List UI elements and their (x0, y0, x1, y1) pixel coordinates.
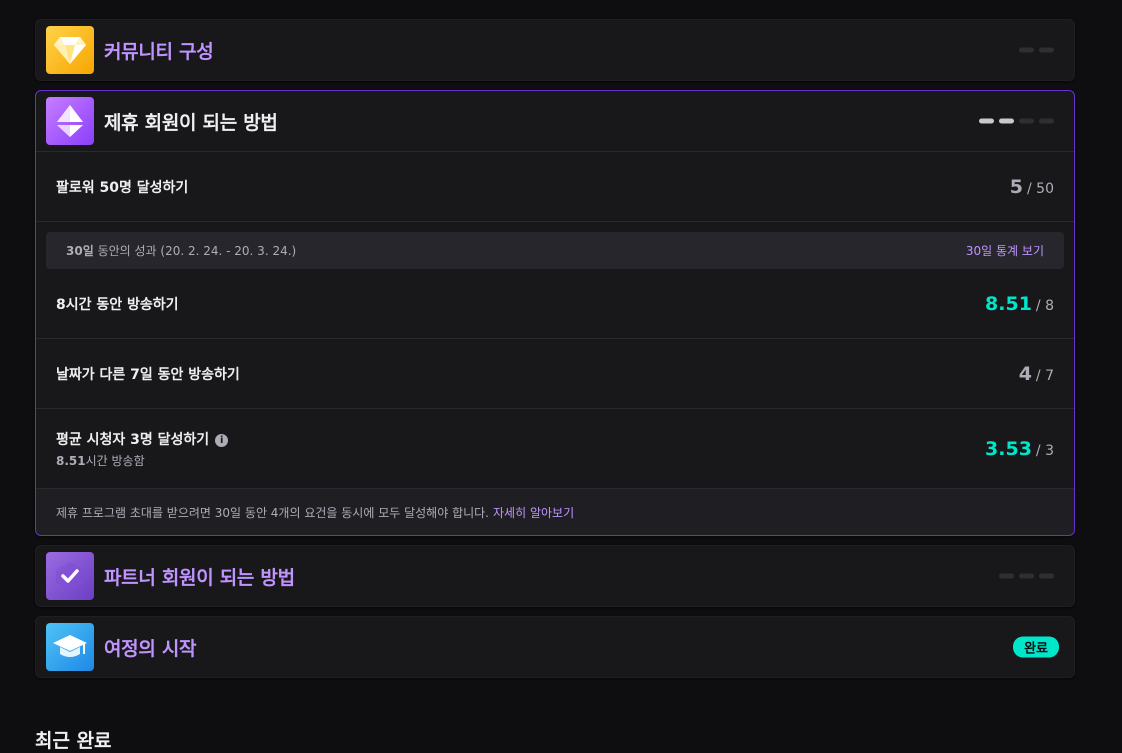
requirement-label-line: 평균 시청자 3명 달성하기 i (56, 429, 229, 449)
requirement-row-viewers: 평균 시청자 3명 달성하기 i 8.51시간 방송함 3.53/ 3 (36, 408, 1074, 488)
learn-more-link[interactable]: 자세히 알아보기 (493, 504, 574, 521)
card-footer-note: 제휴 프로그램 초대를 받으려면 30일 동안 4개의 요건을 동시에 모두 달… (36, 488, 1074, 535)
progress-dots (1019, 47, 1054, 53)
requirement-label: 8시간 동안 방송하기 (56, 296, 179, 313)
subtext-hours: 8.51 (56, 453, 86, 468)
check-shield-icon (46, 552, 94, 600)
info-icon[interactable]: i (215, 433, 229, 447)
card-header[interactable]: 여정의 시작 완료 (36, 617, 1074, 677)
achievement-card-community[interactable]: 커뮤니티 구성 (35, 19, 1075, 81)
progress-dot (1019, 47, 1034, 53)
current-value: 4 (1018, 362, 1032, 385)
achievements-list: 커뮤니티 구성 제휴 회원이 되는 방법 팔로워 50명 달성하기 5 / 50… (35, 19, 1075, 687)
target-value: / 7 (1035, 367, 1054, 384)
card-title: 파트너 회원이 되는 방법 (104, 566, 295, 589)
footer-text: 제휴 프로그램 초대를 받으려면 30일 동안 4개의 요건을 동시에 모두 달… (56, 505, 490, 520)
requirement-value: 3.53/ 3 (985, 438, 1054, 460)
view-30-day-stats-link[interactable]: 30일 통계 보기 (966, 242, 1044, 259)
requirement-row-days: 날짜가 다른 7일 동안 방송하기 4/ 7 (36, 338, 1074, 408)
card-title: 커뮤니티 구성 (104, 40, 214, 63)
period-label-range: 동안의 성과 (20. 2. 24. - 20. 3. 24.) (93, 244, 297, 258)
current-value: 5 (1009, 175, 1024, 198)
achievement-card-journey[interactable]: 여정의 시작 완료 (35, 616, 1075, 678)
achievement-card-affiliate[interactable]: 제휴 회원이 되는 방법 팔로워 50명 달성하기 5/ 50 30일 동안의 … (35, 90, 1075, 536)
requirement-value: 8.51/ 8 (985, 293, 1054, 315)
progress-dot (1039, 573, 1054, 579)
card-header[interactable]: 파트너 회원이 되는 방법 (36, 546, 1074, 606)
diamond-icon (46, 26, 94, 74)
progress-dots (999, 573, 1054, 579)
requirement-label: 날짜가 다른 7일 동안 방송하기 (56, 366, 240, 383)
achievement-card-partner[interactable]: 파트너 회원이 되는 방법 (35, 545, 1075, 607)
requirement-text: 평균 시청자 3명 달성하기 i 8.51시간 방송함 (56, 429, 229, 469)
progress-dot (1019, 573, 1034, 579)
progress-dot-complete (999, 118, 1014, 124)
progress-dot (999, 573, 1014, 579)
progress-dot (1039, 118, 1054, 124)
card-header[interactable]: 커뮤니티 구성 (36, 20, 1074, 80)
status-badge: 완료 (1013, 636, 1059, 658)
card-title: 여정의 시작 (104, 637, 197, 660)
current-value: 8.51 (985, 292, 1032, 315)
current-value: 3.53 (985, 437, 1032, 460)
progress-dot-complete (979, 118, 994, 124)
requirement-row-followers: 팔로워 50명 달성하기 5/ 50 (36, 151, 1074, 221)
subtext-rest: 시간 방송함 (85, 453, 145, 468)
requirement-subtext: 8.51시간 방송함 (56, 452, 228, 469)
card-title: 제휴 회원이 되는 방법 (104, 111, 278, 134)
target-value: / 3 (1035, 442, 1054, 459)
graduation-cap-icon (46, 623, 94, 671)
period-bar: 30일 동안의 성과 (20. 2. 24. - 20. 3. 24.) 30일… (46, 232, 1064, 269)
target-value: / 50 (1027, 180, 1054, 197)
period-section: 30일 동안의 성과 (20. 2. 24. - 20. 3. 24.) 30일… (36, 221, 1074, 269)
requirement-row-hours: 8시간 동안 방송하기 8.51/ 8 (36, 269, 1074, 338)
requirement-label: 팔로워 50명 달성하기 (56, 179, 189, 196)
requirement-value: 4/ 7 (1019, 363, 1054, 385)
progress-dot (1039, 47, 1054, 53)
triangle-crystal-icon (46, 97, 94, 145)
period-label-days: 30일 (66, 244, 94, 258)
progress-dots (979, 118, 1054, 124)
progress-dot (1019, 118, 1034, 124)
requirement-value: 5/ 50 (1010, 176, 1054, 198)
card-header[interactable]: 제휴 회원이 되는 방법 (36, 91, 1074, 151)
requirement-label: 평균 시청자 3명 달성하기 (56, 431, 210, 448)
target-value: / 8 (1035, 297, 1054, 314)
period-label: 30일 동안의 성과 (20. 2. 24. - 20. 3. 24.) (66, 242, 296, 259)
